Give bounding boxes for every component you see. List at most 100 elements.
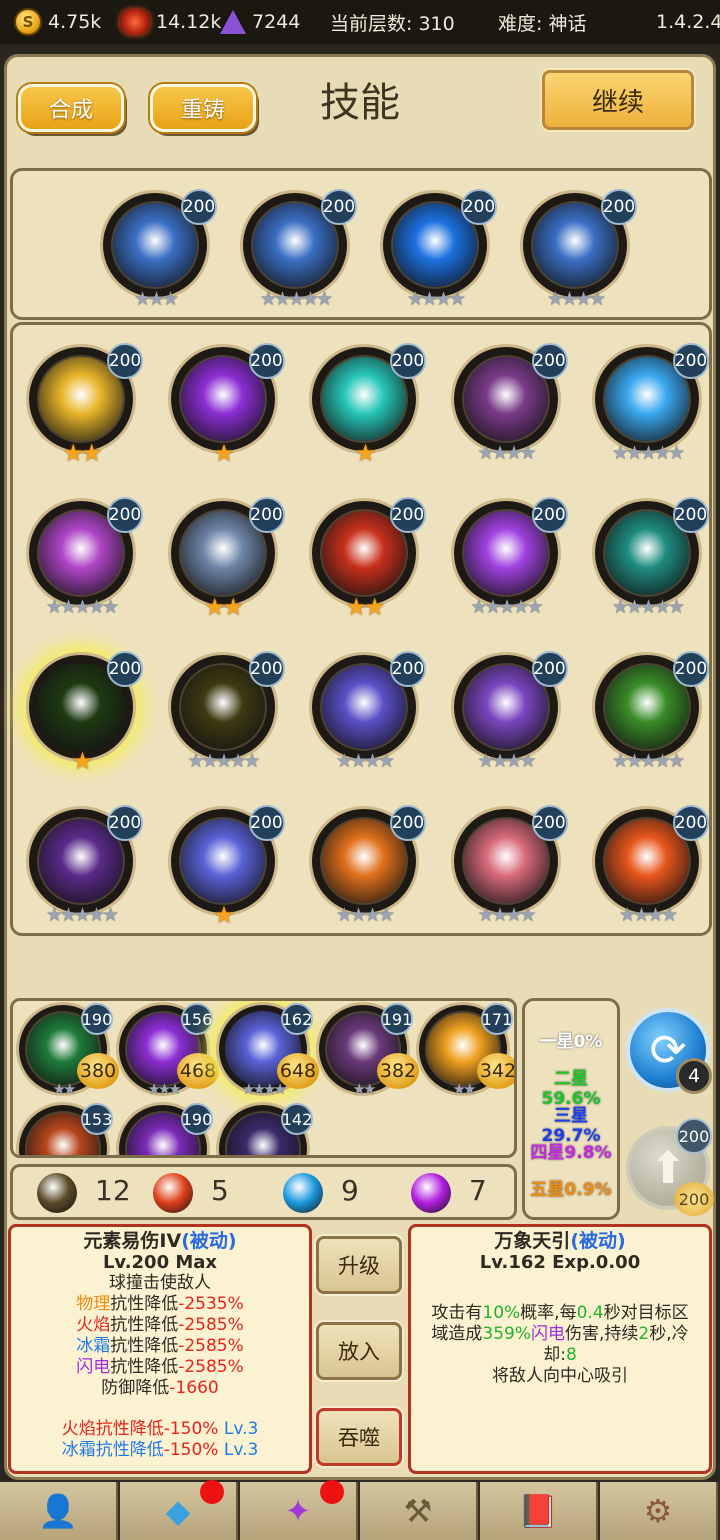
star-rating: ★★★★ xyxy=(477,904,536,926)
skill-slot[interactable]: 200 ★★★★ xyxy=(453,651,568,771)
refresh-button[interactable]: ⟳ 4 xyxy=(626,1008,712,1094)
star-rating: ★★★★ xyxy=(335,904,395,926)
extra-line: 火焰抗性降低-150% Lv.3 xyxy=(61,1419,259,1439)
nav-tab-gear[interactable]: ⚙ xyxy=(600,1482,718,1540)
level-badge: 200 xyxy=(673,343,709,379)
skill-slot[interactable]: 200 ★★ xyxy=(170,497,285,619)
top-bar: S 4.75k 14.12k 7244 当前层数: 310 难度: 神话 1.4… xyxy=(0,0,720,44)
resist-line: 火焰抗性降低-2585% xyxy=(76,1315,244,1335)
left-skill-desc: 球撞击使敌人 xyxy=(109,1273,211,1293)
skill-slot[interactable]: 200 ★★★★ xyxy=(523,189,637,309)
skill-slot[interactable]: 200 ★★★★ xyxy=(453,805,568,925)
skill-slot[interactable]: 200 ★★ xyxy=(29,343,143,465)
skill-slot[interactable]: 142 xyxy=(219,1103,313,1155)
skill-slot[interactable]: 200 ★ xyxy=(170,805,285,927)
skill-slot[interactable]: 200 ★★ xyxy=(312,497,426,619)
skill-slot[interactable]: 200 ★ xyxy=(170,343,285,465)
element-orb-icon xyxy=(283,1173,323,1213)
skill-slot[interactable]: 200 ★★★★★ xyxy=(243,189,357,309)
recast-button[interactable]: 重铸 xyxy=(150,84,256,132)
continue-button[interactable]: 继续 xyxy=(542,70,694,130)
skill-slot[interactable]: 190 xyxy=(119,1103,213,1155)
nav-tab-crystal[interactable]: ◆ xyxy=(120,1480,238,1540)
level-badge: 200 xyxy=(673,805,709,841)
notification-dot xyxy=(200,1480,224,1504)
right-skill-desc-line1: 攻击有10%概率,每0.4秒对目标区 xyxy=(431,1303,689,1323)
purple-gem-icon xyxy=(220,10,246,34)
skill-slot[interactable]: 200 ★★★★★ xyxy=(453,497,568,617)
skill-slot[interactable]: 200 ★★★★ xyxy=(383,189,497,309)
nav-tab-hero[interactable]: 👤 xyxy=(0,1482,118,1540)
nav-tab-anvil[interactable]: ⚒ xyxy=(360,1482,478,1540)
skill-slot[interactable]: 200 ★★★★★ xyxy=(29,497,143,617)
skill-slot[interactable]: 200 ★ xyxy=(29,651,143,773)
skill-slot[interactable]: 200 ★★★★ xyxy=(312,805,426,925)
level-badge: 200 xyxy=(673,651,709,687)
refresh-count-badge: 4 xyxy=(676,1058,712,1094)
level-badge: 200 xyxy=(601,189,637,225)
upgrade-button[interactable]: 升级 xyxy=(316,1236,402,1294)
floor-label: 当前层数: 310 xyxy=(330,12,455,35)
nav-tab-book[interactable]: 📕 xyxy=(480,1482,598,1540)
version-label: 1.4.2.4 xyxy=(656,11,720,33)
skill-slot[interactable]: 190 ★★ 380 xyxy=(19,1003,119,1098)
skill-slot[interactable]: 200 ★ xyxy=(312,343,426,465)
copy-count-badge: 382 xyxy=(377,1053,419,1089)
element-count: 7 xyxy=(469,1174,487,1207)
skill-slot[interactable]: 162 ★★★★ 648 xyxy=(219,1003,319,1098)
ore-icon xyxy=(120,9,150,35)
left-skill-title: 元素易伤IV(被动) xyxy=(83,1230,237,1252)
left-skill-lines: 物理抗性降低-2535% 火焰抗性降低-2585% 冰霜抗性降低-2585% 闪电抗性… xyxy=(11,1294,309,1378)
level-badge: 142 xyxy=(281,1103,313,1135)
gold-amount: 4.75k xyxy=(48,11,102,33)
rate-1-star: 一星0% xyxy=(539,1032,603,1052)
skill-slot[interactable]: 200 ★★★★★ xyxy=(595,343,709,463)
skill-slot[interactable]: 200 ★★★★★ xyxy=(170,651,285,771)
skill-slot[interactable]: 156 ★★★ 468 xyxy=(119,1003,219,1098)
star-rating: ★★★★ xyxy=(477,442,536,464)
level-badge: 200 xyxy=(107,805,143,841)
element-count: 9 xyxy=(341,1174,359,1207)
star-rating: ★★★★★ xyxy=(45,596,119,618)
star-rating: ★ xyxy=(354,439,377,467)
level-badge: 200 xyxy=(531,651,568,687)
notification-dot xyxy=(320,1480,344,1504)
level-badge: 200 xyxy=(181,189,217,225)
level-badge: 200 xyxy=(531,497,568,533)
level-badge: 200 xyxy=(248,805,285,841)
skill-slot[interactable]: 200 ★★★★ xyxy=(595,805,709,925)
skill-slot[interactable]: 200 ★★★ xyxy=(103,189,217,309)
left-skill-info: 元素易伤IV(被动) Lv.200 Max 球撞击使敌人 物理抗性降低-2535… xyxy=(8,1224,312,1474)
level-badge: 200 xyxy=(107,497,143,533)
skill-slot[interactable]: 153 xyxy=(19,1103,113,1155)
level-badge: 200 xyxy=(461,189,497,225)
star-rating: ★★ xyxy=(203,593,244,621)
element-orb-icon xyxy=(37,1173,77,1213)
star-rating: ★ xyxy=(71,747,94,775)
devour-button[interactable]: 吞噬 xyxy=(316,1408,402,1466)
merge-button[interactable]: 合成 xyxy=(18,84,124,132)
put-in-button[interactable]: 放入 xyxy=(316,1322,402,1380)
element-orb-icon xyxy=(411,1173,451,1213)
element-count: 5 xyxy=(211,1174,229,1207)
gold-coin-icon: S xyxy=(14,8,42,36)
anvil-icon: ⚒ xyxy=(403,1492,433,1530)
skill-slot[interactable]: 200 ★★★★ xyxy=(312,651,426,771)
level-badge: 156 xyxy=(181,1003,213,1035)
skill-slot[interactable]: 200 ★★★★ xyxy=(453,343,568,463)
page-title: 技能 xyxy=(320,80,400,126)
star-rating: ★★★★★ xyxy=(470,596,543,618)
hero-icon: 👤 xyxy=(38,1492,78,1530)
level-badge: 200 xyxy=(531,805,568,841)
defense-line: 防御降低-1660 xyxy=(101,1378,219,1398)
skill-slot[interactable]: 191 ★★ 382 xyxy=(319,1003,419,1098)
magic-hand-icon: ✦ xyxy=(284,1492,312,1530)
upgrade-arrow-button[interactable]: ⬆ 200 200 xyxy=(626,1118,714,1216)
level-badge: 171 xyxy=(481,1003,513,1035)
skill-slot[interactable]: 200 ★★★★★ xyxy=(595,497,709,617)
skill-slot[interactable]: 200 ★★★★★ xyxy=(595,651,709,771)
nav-tab-magic-hand[interactable]: ✦ xyxy=(240,1480,358,1540)
level-badge: 191 xyxy=(381,1003,413,1035)
skill-slot[interactable]: 200 ★★★★★ xyxy=(29,805,143,925)
skill-slot[interactable]: 171 ★★ 342 xyxy=(419,1003,514,1098)
